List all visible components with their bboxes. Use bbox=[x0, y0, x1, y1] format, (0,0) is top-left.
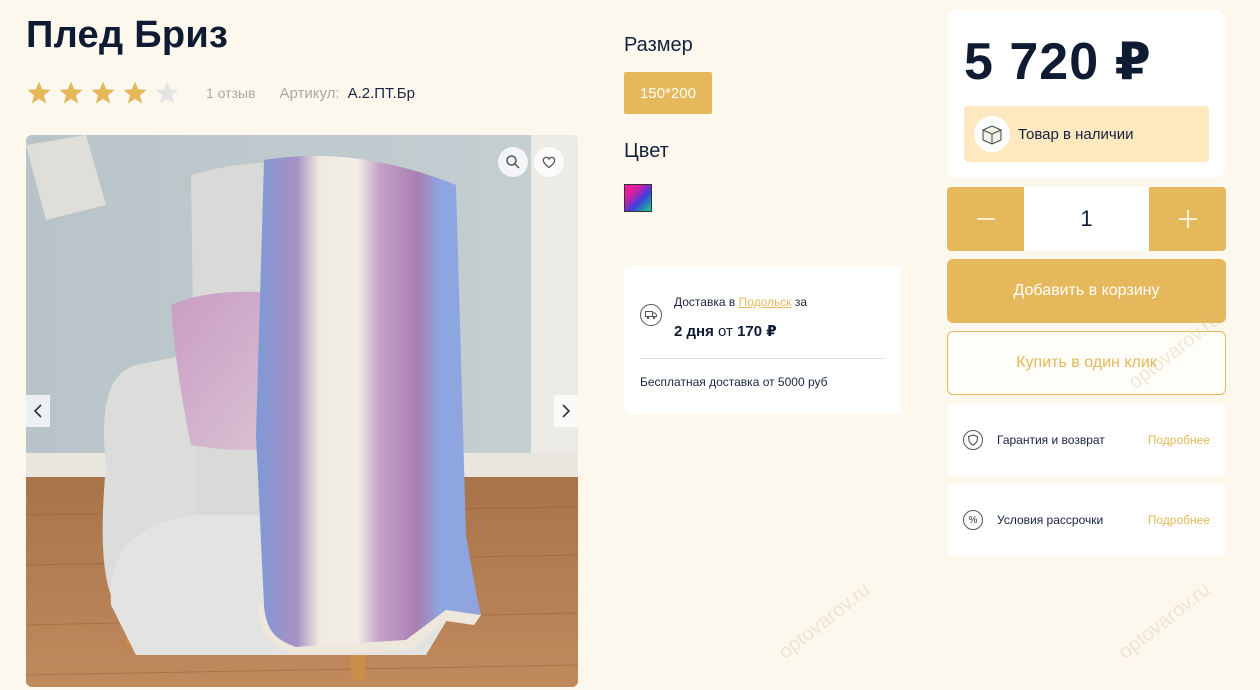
delivery-suffix: за bbox=[794, 295, 808, 309]
watermark: optovarov.ru bbox=[1114, 578, 1215, 664]
size-label: Размер bbox=[624, 34, 693, 56]
search-icon bbox=[506, 155, 520, 169]
quantity-input[interactable] bbox=[1024, 187, 1149, 251]
rating-stars[interactable] bbox=[26, 80, 180, 106]
star-icon bbox=[123, 81, 147, 104]
product-gallery[interactable] bbox=[26, 135, 578, 687]
star-icon bbox=[59, 81, 83, 104]
quantity-stepper bbox=[947, 187, 1226, 251]
installment-more-link[interactable]: Подробнее bbox=[1148, 513, 1210, 527]
color-option[interactable] bbox=[624, 184, 652, 212]
watermark: optovarov.ru bbox=[774, 578, 875, 664]
next-image-button[interactable] bbox=[554, 395, 578, 427]
delivery-price: 170 ₽ bbox=[737, 323, 777, 340]
stock-status: Товар в наличии bbox=[964, 106, 1209, 162]
minus-icon bbox=[976, 218, 995, 220]
warranty-more-link[interactable]: Подробнее bbox=[1148, 433, 1210, 447]
percent-icon: % bbox=[963, 510, 983, 530]
delivery-text: Доставка в Подольск за bbox=[674, 295, 807, 309]
warranty-row: Гарантия и возврат Подробнее bbox=[947, 404, 1226, 476]
delivery-city-link[interactable]: Подольск bbox=[739, 295, 792, 309]
reviews-link[interactable]: 1 отзыв bbox=[206, 85, 256, 101]
stock-text: Товар в наличии bbox=[1018, 125, 1134, 143]
chevron-left-icon bbox=[33, 404, 42, 418]
star-icon bbox=[155, 81, 179, 104]
size-option[interactable]: 150*200 bbox=[624, 72, 712, 114]
star-icon bbox=[27, 81, 51, 104]
delivery-from: от bbox=[718, 323, 733, 340]
star-icon bbox=[91, 81, 115, 104]
product-price: 5 720 ₽ bbox=[964, 33, 1152, 91]
free-delivery-note: Бесплатная доставка от 5000 руб bbox=[640, 375, 828, 389]
plus-icon bbox=[1178, 210, 1197, 228]
installment-label: Условия рассрочки bbox=[997, 513, 1104, 527]
add-to-cart-button[interactable]: Добавить в корзину bbox=[947, 259, 1226, 323]
article-label: Артикул: bbox=[279, 84, 340, 102]
article-value: А.2.ПТ.Бр bbox=[347, 84, 415, 102]
zoom-button[interactable] bbox=[498, 147, 528, 177]
decrease-quantity-button[interactable] bbox=[947, 187, 1024, 251]
warranty-label: Гарантия и возврат bbox=[997, 433, 1105, 447]
product-photo bbox=[26, 135, 578, 687]
delivery-days: 2 дня bbox=[674, 323, 714, 340]
favorite-button[interactable] bbox=[534, 147, 564, 177]
installment-row: % Условия рассрочки Подробнее bbox=[947, 484, 1226, 556]
shield-icon bbox=[963, 430, 983, 450]
delivery-truck-icon bbox=[640, 304, 662, 326]
increase-quantity-button[interactable] bbox=[1149, 187, 1226, 251]
delivery-card: Доставка в Подольск за 2 дня от 170 ₽ Бе… bbox=[624, 266, 901, 414]
product-title: Плед Бриз bbox=[26, 14, 229, 56]
prev-image-button[interactable] bbox=[26, 395, 50, 427]
delivery-prefix: Доставка в bbox=[674, 295, 736, 309]
price-card: 5 720 ₽ Товар в наличии bbox=[947, 10, 1225, 178]
box-icon bbox=[974, 116, 1010, 152]
delivery-terms: 2 дня от 170 ₽ bbox=[674, 322, 777, 340]
heart-icon bbox=[542, 156, 556, 169]
buy-one-click-button[interactable]: Купить в один клик bbox=[947, 331, 1226, 395]
chevron-right-icon bbox=[562, 404, 571, 418]
product-meta: 1 отзыв Артикул: А.2.ПТ.Бр bbox=[26, 78, 415, 108]
color-label: Цвет bbox=[624, 140, 669, 162]
divider bbox=[640, 358, 885, 359]
